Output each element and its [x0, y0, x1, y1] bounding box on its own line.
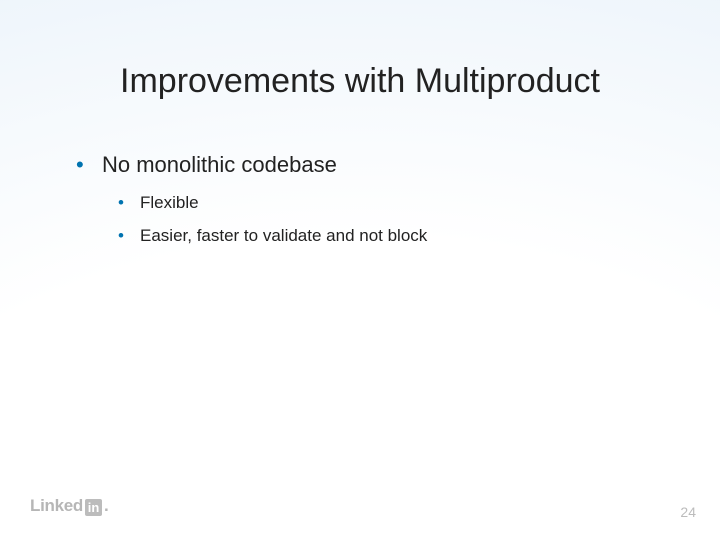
sub-bullet-text: Flexible	[140, 193, 199, 212]
logo-wordmark: Linked	[30, 496, 83, 516]
slide: Improvements with Multiproduct No monoli…	[0, 0, 720, 540]
logo-in-text: in	[88, 501, 100, 514]
logo-in-box-icon: in	[85, 499, 102, 516]
bullet-item: No monolithic codebase Flexible Easier, …	[72, 150, 660, 249]
slide-title: Improvements with Multiproduct	[0, 62, 720, 101]
sub-bullet-text: Easier, faster to validate and not block	[140, 226, 427, 245]
bullet-text: No monolithic codebase	[102, 152, 337, 177]
page-number: 24	[680, 504, 696, 520]
logo-period: .	[104, 496, 109, 516]
sub-bullet-item: Flexible	[114, 189, 660, 216]
linkedin-logo: Linked in.	[30, 496, 109, 516]
sub-bullet-item: Easier, faster to validate and not block	[114, 222, 660, 249]
bullet-list-level1: No monolithic codebase Flexible Easier, …	[72, 150, 660, 249]
bullet-list-level2: Flexible Easier, faster to validate and …	[102, 189, 660, 249]
slide-body: No monolithic codebase Flexible Easier, …	[72, 150, 660, 259]
